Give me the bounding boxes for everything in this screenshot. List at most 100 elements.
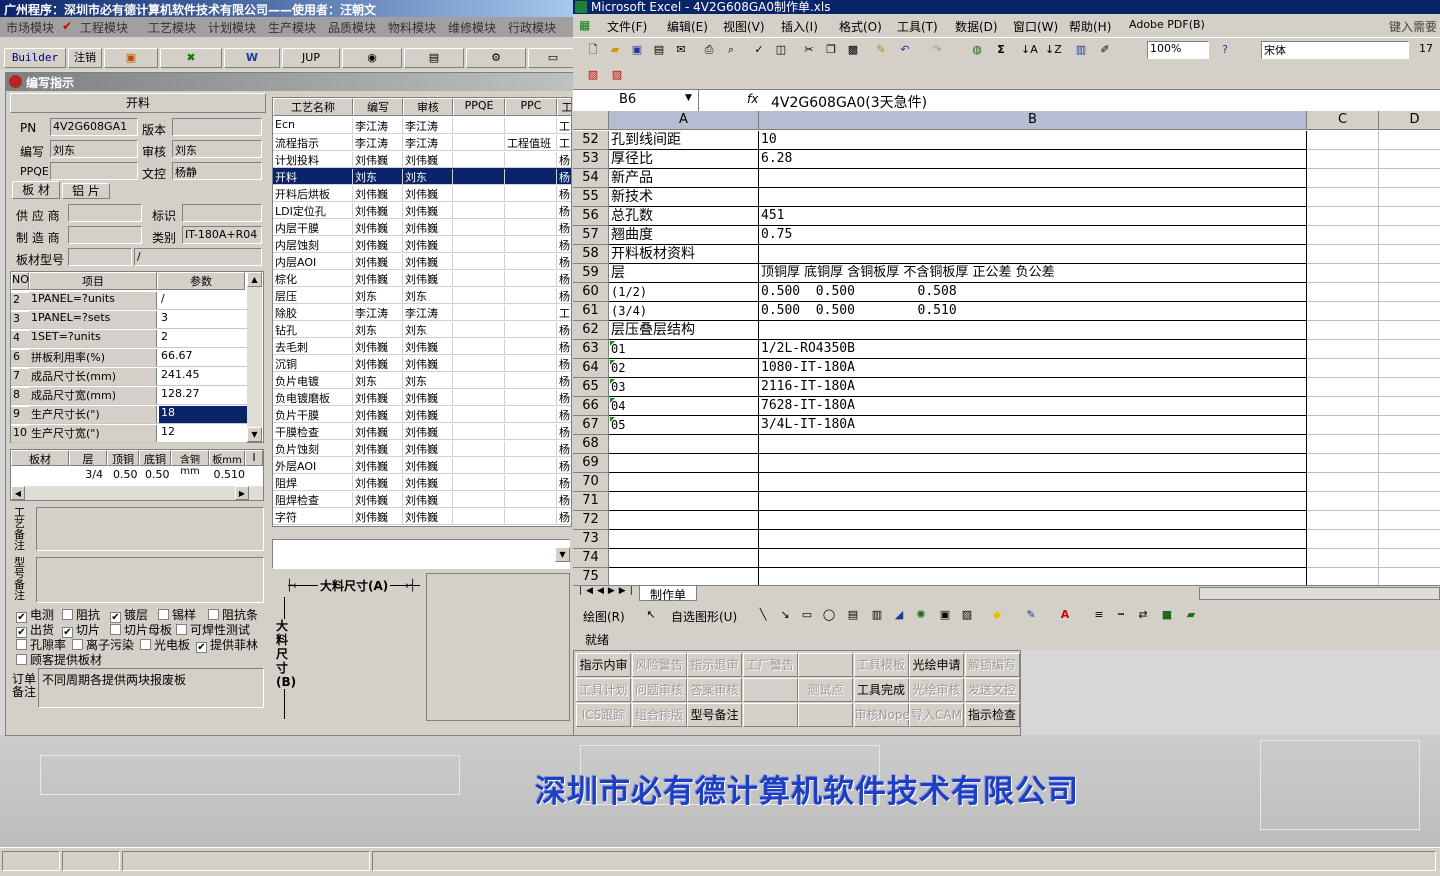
param-row[interactable]: 2 1PANEL=?units / (11, 291, 247, 310)
print-icon[interactable]: ⎙ (701, 42, 717, 58)
cell-c[interactable] (1307, 245, 1379, 264)
param-value[interactable]: 18 (159, 406, 247, 423)
cell-a[interactable] (609, 454, 759, 473)
cell-b[interactable] (759, 245, 1307, 264)
checkbox-13[interactable]: 顾客提供板材 (16, 651, 102, 668)
row-header[interactable]: 69 (573, 454, 609, 473)
menu-adobe-pdf[interactable]: Adobe PDF(B) (1129, 18, 1205, 31)
cut-icon[interactable]: ✂ (801, 42, 817, 58)
scroll-right-icon[interactable]: ▶ (235, 486, 249, 500)
checkbox-box[interactable]: ✔ (196, 642, 207, 653)
ppt-icon[interactable]: ▣ (104, 48, 158, 68)
picture-icon[interactable]: ▨ (959, 607, 975, 623)
column-header-c[interactable]: C (1307, 111, 1379, 130)
param-row[interactable]: 10 生产尺寸宽(") 12 (11, 424, 247, 443)
cell-b[interactable]: 2116-IT-180A (759, 378, 1307, 397)
cell-a[interactable]: 开料板材资料 (609, 245, 759, 264)
process-row[interactable]: 负片蚀刻 刘伟巍 刘伟巍杨 (273, 440, 571, 457)
row-header[interactable]: 56 (573, 207, 609, 226)
cell-a[interactable] (609, 492, 759, 511)
checkbox-box[interactable] (62, 609, 73, 620)
cell-c[interactable] (1307, 169, 1379, 188)
board-hscrollbar[interactable] (11, 486, 263, 500)
cell-b[interactable] (759, 568, 1307, 585)
cell-c[interactable] (1307, 207, 1379, 226)
sheet-hscrollbar[interactable] (1199, 587, 1440, 600)
excel-icon[interactable]: ✖ (160, 48, 222, 68)
process-row[interactable]: 负片干膜 刘伟巍 刘伟巍杨 (273, 406, 571, 423)
cell-a[interactable]: 总孔数 (609, 207, 759, 226)
cell-b[interactable] (759, 169, 1307, 188)
cell-b[interactable] (759, 511, 1307, 530)
cell-a[interactable]: 02 (609, 359, 759, 378)
row-header[interactable]: 62 (573, 321, 609, 340)
cell-d[interactable] (1379, 492, 1440, 511)
row-header[interactable]: 55 (573, 188, 609, 207)
cell-a[interactable]: 04 (609, 397, 759, 416)
cell-c[interactable] (1307, 568, 1379, 585)
action-button-16[interactable]: ICS跟踪 (576, 703, 631, 727)
cell-c[interactable] (1307, 302, 1379, 321)
cell-d[interactable] (1379, 416, 1440, 435)
process-row[interactable]: 干膜检查 刘伟巍 刘伟巍杨 (273, 423, 571, 440)
process-row[interactable]: 层压 刘东 刘东杨 (273, 287, 571, 304)
action-button-15[interactable]: 发送文控 (964, 678, 1020, 702)
cell-c[interactable] (1307, 321, 1379, 340)
cell-d[interactable] (1379, 511, 1440, 530)
cell-d[interactable] (1379, 454, 1440, 473)
param-value[interactable]: 128.27 (159, 387, 247, 404)
menu-data[interactable]: 数据(D) (955, 18, 998, 35)
cell-c[interactable] (1307, 226, 1379, 245)
ppqe-field[interactable] (50, 162, 138, 180)
checkbox-11[interactable]: 光电板 (140, 636, 190, 653)
clipart-icon[interactable]: ▣ (937, 607, 953, 623)
checkbox-box[interactable] (140, 639, 151, 650)
action-button-2[interactable]: 指示退审 (687, 653, 742, 677)
cell-c[interactable] (1307, 131, 1379, 150)
row-header[interactable]: 58 (573, 245, 609, 264)
cell-d[interactable] (1379, 568, 1440, 585)
column-header-a[interactable]: A (609, 111, 759, 130)
menu-admin[interactable]: 行政模块 (508, 19, 556, 36)
cell-a[interactable]: 孔到线间距 (609, 131, 759, 150)
email-icon[interactable]: ✉ (673, 42, 689, 58)
cell-d[interactable] (1379, 378, 1440, 397)
action-button-14[interactable]: 光绘审核 (909, 678, 964, 702)
cell-a[interactable]: 层压叠层结构 (609, 321, 759, 340)
cell-d[interactable] (1379, 340, 1440, 359)
cell-c[interactable] (1307, 511, 1379, 530)
jup-button[interactable]: JUP (282, 48, 340, 68)
word-icon[interactable]: W (224, 48, 280, 68)
pn-field[interactable]: 4V2G608GA1 (50, 118, 138, 136)
chart-wizard-icon[interactable]: ▥ (1073, 42, 1089, 58)
action-button-21[interactable]: 审核Nope (853, 703, 910, 727)
cell-d[interactable] (1379, 207, 1440, 226)
cell-a[interactable] (609, 435, 759, 454)
cell-a[interactable]: 05 (609, 416, 759, 435)
menu-view[interactable]: 视图(V) (723, 18, 765, 35)
cell-c[interactable] (1307, 530, 1379, 549)
save-icon[interactable]: ▣ (629, 42, 645, 58)
row-header[interactable]: 53 (573, 150, 609, 169)
cell-b[interactable]: 3/4L-IT-180A (759, 416, 1307, 435)
checkbox-box[interactable] (110, 624, 121, 635)
shadow-icon[interactable]: ■ (1159, 607, 1175, 623)
menu-tools[interactable]: 工具(T) (897, 18, 938, 35)
action-button-6[interactable]: 光绘申请 (909, 653, 964, 677)
menu-market[interactable]: 市场模块 (6, 19, 54, 36)
control-field[interactable]: 杨静 (172, 162, 262, 180)
action-button-12[interactable]: 测试点 (798, 678, 853, 702)
cell-a[interactable]: (1/2) (609, 283, 759, 302)
action-button-5[interactable]: 工具模板 (853, 653, 909, 677)
cell-c[interactable] (1307, 416, 1379, 435)
cell-d[interactable] (1379, 435, 1440, 454)
process-row[interactable]: 内层蚀刻 刘伟巍 刘伟巍杨 (273, 236, 571, 253)
action-button-18[interactable]: 型号备注 (687, 703, 742, 727)
cell-b[interactable] (759, 188, 1307, 207)
author-field[interactable]: 刘东 (50, 140, 138, 158)
process-row[interactable]: 阻焊 刘伟巍 刘伟巍杨 (273, 474, 571, 491)
menu-file[interactable]: 文件(F) (607, 18, 647, 35)
tools-icon[interactable]: ⚙ (466, 48, 526, 68)
process-row[interactable]: 去毛刺 刘伟巍 刘伟巍杨 (273, 338, 571, 355)
cell-c[interactable] (1307, 188, 1379, 207)
